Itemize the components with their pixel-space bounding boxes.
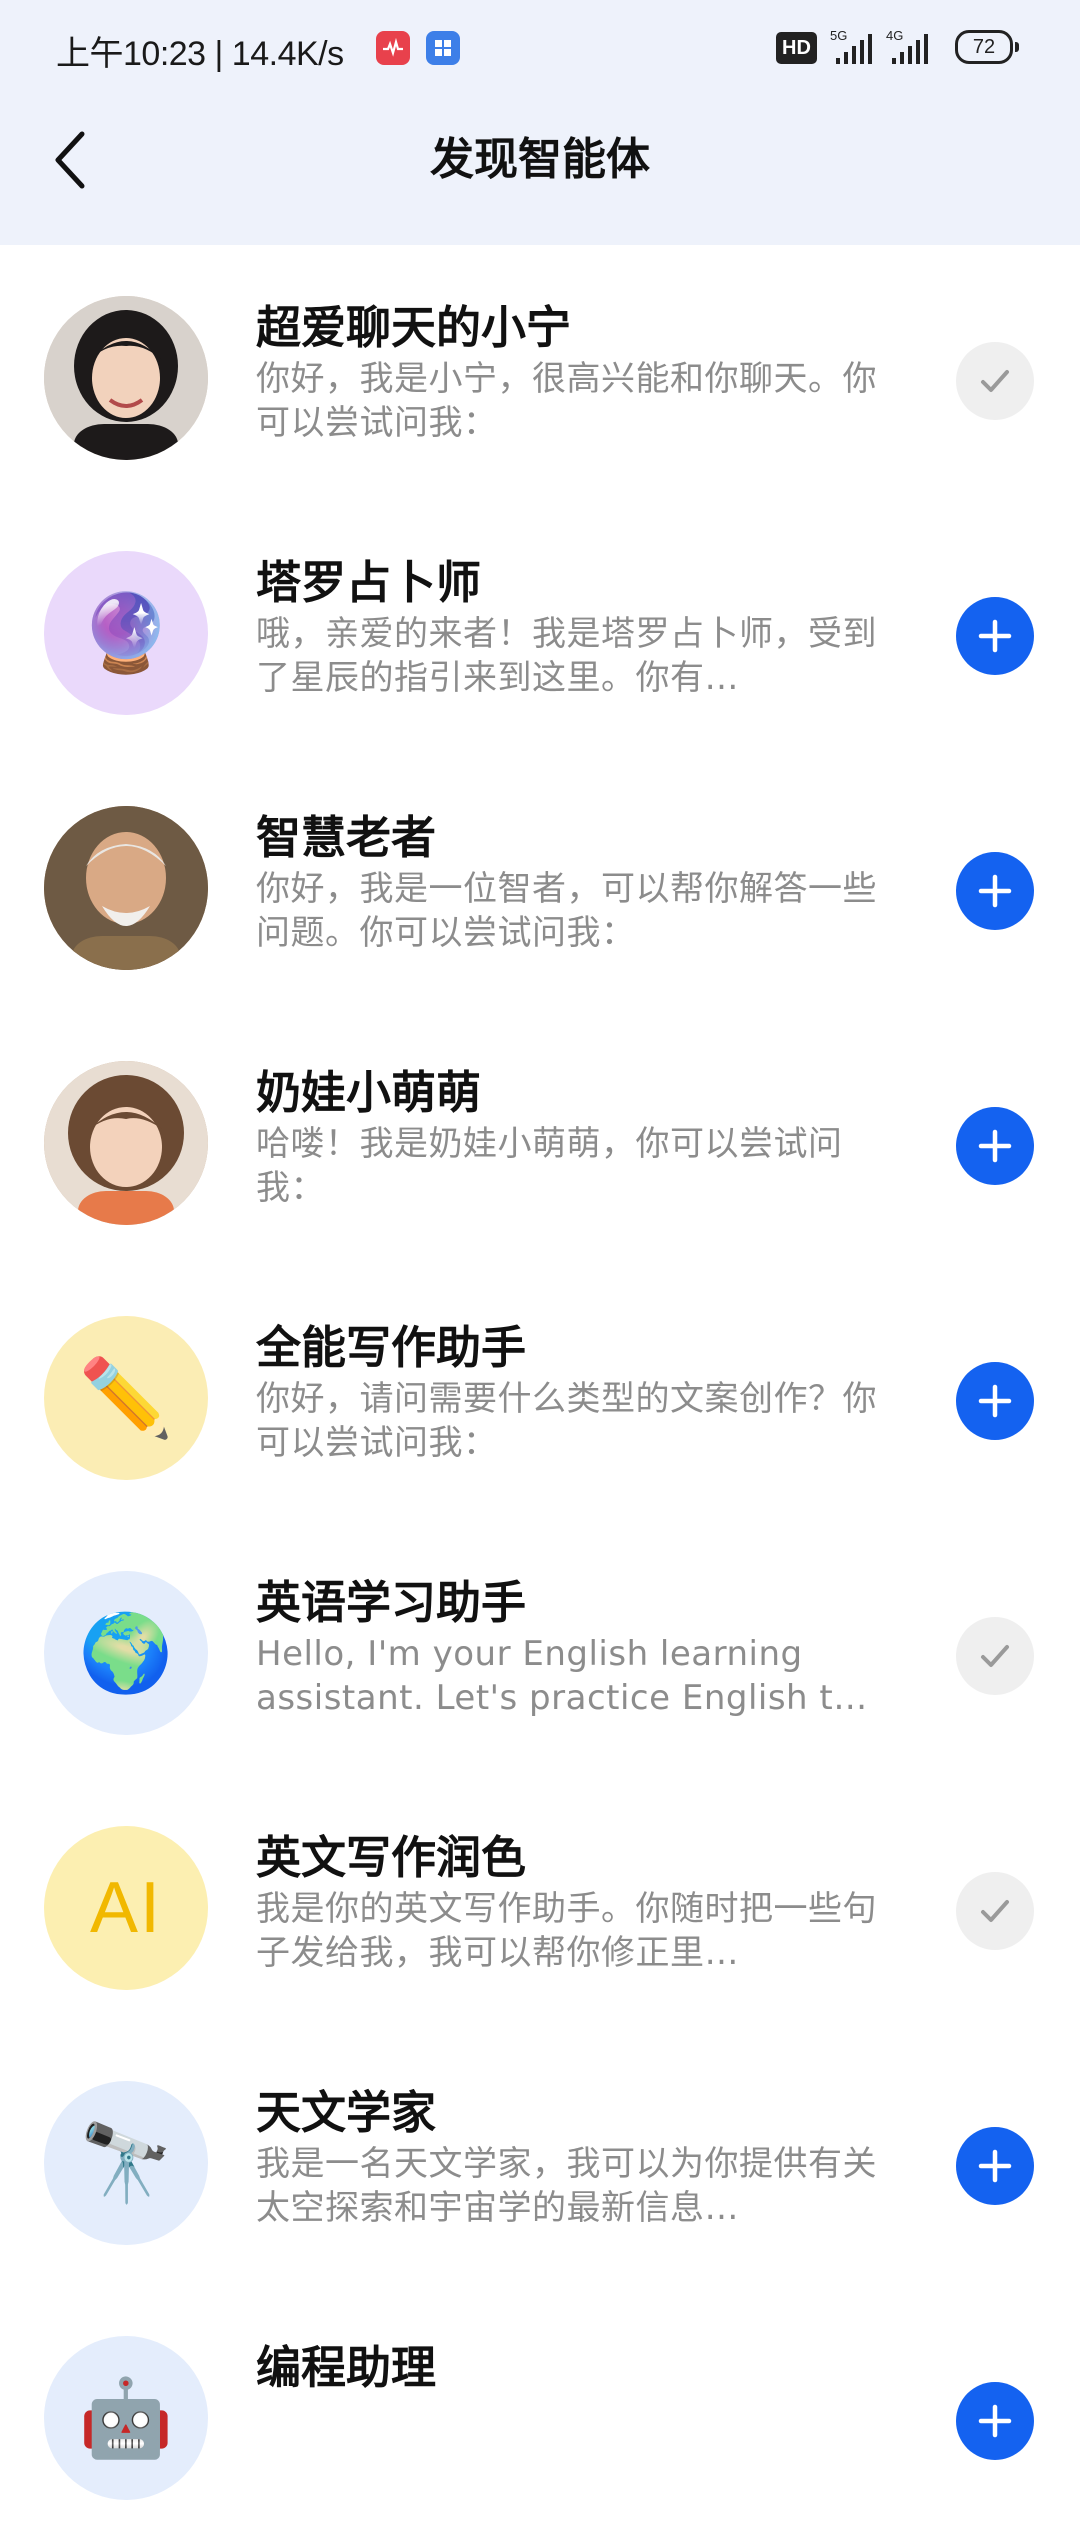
- add-agent-button[interactable]: [956, 597, 1034, 675]
- hd-icon: HD: [776, 32, 817, 64]
- check-icon: [981, 370, 1009, 392]
- agent-item[interactable]: 🔮 塔罗占卜师 哦，亲爱的来者！我是塔罗占卜师，受到了星辰的指引来到这里。你有…: [0, 500, 1080, 755]
- grid-app-icon: [426, 31, 460, 65]
- agent-item[interactable]: 超爱聊天的小宁 你好，我是小宁，很高兴能和你聊天。你可以尝试问我：: [0, 245, 1080, 500]
- add-agent-button[interactable]: [956, 2127, 1034, 2205]
- signal-4g-icon: 4G: [886, 28, 946, 68]
- agent-description: Hello, I'm your English learning assista…: [256, 1634, 868, 1718]
- telescope-icon: 🔭: [44, 2081, 208, 2245]
- agent-description: 你好，我是一位智者，可以帮你解答一些问题。你可以尝试问我：: [256, 869, 877, 953]
- chevron-left-icon: [55, 131, 85, 189]
- plus-icon: [978, 1129, 1012, 1163]
- heartbeat-app-icon: [376, 31, 410, 65]
- avatar-old-man-portrait: [44, 806, 208, 970]
- plus-icon: [978, 2149, 1012, 2183]
- ai-text-icon: AI: [44, 1826, 208, 1990]
- back-button[interactable]: [38, 128, 102, 192]
- agent-item[interactable]: 奶娃小萌萌 哈喽！我是奶娃小萌萌，你可以尝试问我：: [0, 1010, 1080, 1265]
- battery-icon: 72: [955, 30, 1019, 64]
- agent-name: 全能写作助手: [256, 1321, 527, 1374]
- add-agent-button[interactable]: [956, 1362, 1034, 1440]
- plus-icon: [978, 1384, 1012, 1418]
- agent-name: 奶娃小萌萌: [256, 1066, 482, 1119]
- agent-description: 我是一名天文学家，我可以为你提供有关太空探索和宇宙学的最新信息…: [256, 2144, 877, 2228]
- check-icon: [981, 1900, 1009, 1922]
- agent-name: 超爱聊天的小宁: [256, 301, 572, 354]
- pencil-icon: ✏️: [44, 1316, 208, 1480]
- agent-description: 你好，我是小宁，很高兴能和你聊天。你可以尝试问我：: [256, 359, 877, 443]
- robot-icon: 🤖: [44, 2336, 208, 2500]
- agent-description: 你好，请问需要什么类型的文案创作？你可以尝试问我：: [256, 1379, 877, 1463]
- avatar-woman-portrait: [44, 296, 208, 460]
- added-agent-button[interactable]: [956, 1617, 1034, 1695]
- check-icon: [981, 1645, 1009, 1667]
- agent-item[interactable]: 🌍 英语学习助手 Hello, I'm your English learning …: [0, 1520, 1080, 1775]
- agent-name: 塔罗占卜师: [256, 556, 482, 609]
- added-agent-button[interactable]: [956, 342, 1034, 420]
- agent-item[interactable]: AI 英文写作润色 我是你的英文写作助手。你随时把一些句子发给我，我可以帮你修正里…: [0, 1775, 1080, 2030]
- add-agent-button[interactable]: [956, 1107, 1034, 1185]
- crystal-ball-icon: 🔮: [44, 551, 208, 715]
- plus-icon: [978, 619, 1012, 653]
- agent-name: 英文写作润色: [256, 1831, 527, 1884]
- plus-icon: [978, 2404, 1012, 2438]
- avatar-child-portrait: [44, 1061, 208, 1225]
- agent-name: 英语学习助手: [256, 1576, 527, 1629]
- signal-5g-icon: 5G: [830, 28, 890, 68]
- status-time: 上午10:23 | 14.4K/s: [56, 35, 344, 73]
- battery-level: 72: [972, 35, 996, 58]
- add-agent-button[interactable]: [956, 2382, 1034, 2460]
- agent-item[interactable]: 🔭 天文学家 我是一名天文学家，我可以为你提供有关太空探索和宇宙学的最新信息…: [0, 2030, 1080, 2285]
- globe-icon: 🌍: [44, 1571, 208, 1735]
- agent-item[interactable]: ✏️ 全能写作助手 你好，请问需要什么类型的文案创作？你可以尝试问我：: [0, 1265, 1080, 1520]
- agent-description: 哦，亲爱的来者！我是塔罗占卜师，受到了星辰的指引来到这里。你有…: [256, 614, 877, 698]
- status-bar: 上午10:23 | 14.4K/s HD 5G 4G 72: [0, 0, 1080, 96]
- add-agent-button[interactable]: [956, 852, 1034, 930]
- page-title: 发现智能体: [430, 134, 650, 185]
- agent-list: 超爱聊天的小宁 你好，我是小宁，很高兴能和你聊天。你可以尝试问我： 🔮 塔罗占卜师 哦，…: [0, 245, 1080, 2540]
- agent-item[interactable]: 智慧老者 你好，我是一位智者，可以帮你解答一些问题。你可以尝试问我：: [0, 755, 1080, 1010]
- agent-name: 编程助理: [256, 2341, 437, 2394]
- agent-name: 智慧老者: [256, 811, 437, 864]
- agent-name: 天文学家: [256, 2086, 437, 2139]
- header: 发现智能体: [0, 110, 1080, 210]
- added-agent-button[interactable]: [956, 1872, 1034, 1950]
- agent-description: 哈喽！我是奶娃小萌萌，你可以尝试问我：: [256, 1124, 843, 1208]
- agent-description: 我是你的英文写作助手。你随时把一些句子发给我，我可以帮你修正里…: [256, 1889, 877, 1973]
- agent-item[interactable]: 🤖 编程助理: [0, 2285, 1080, 2540]
- plus-icon: [978, 874, 1012, 908]
